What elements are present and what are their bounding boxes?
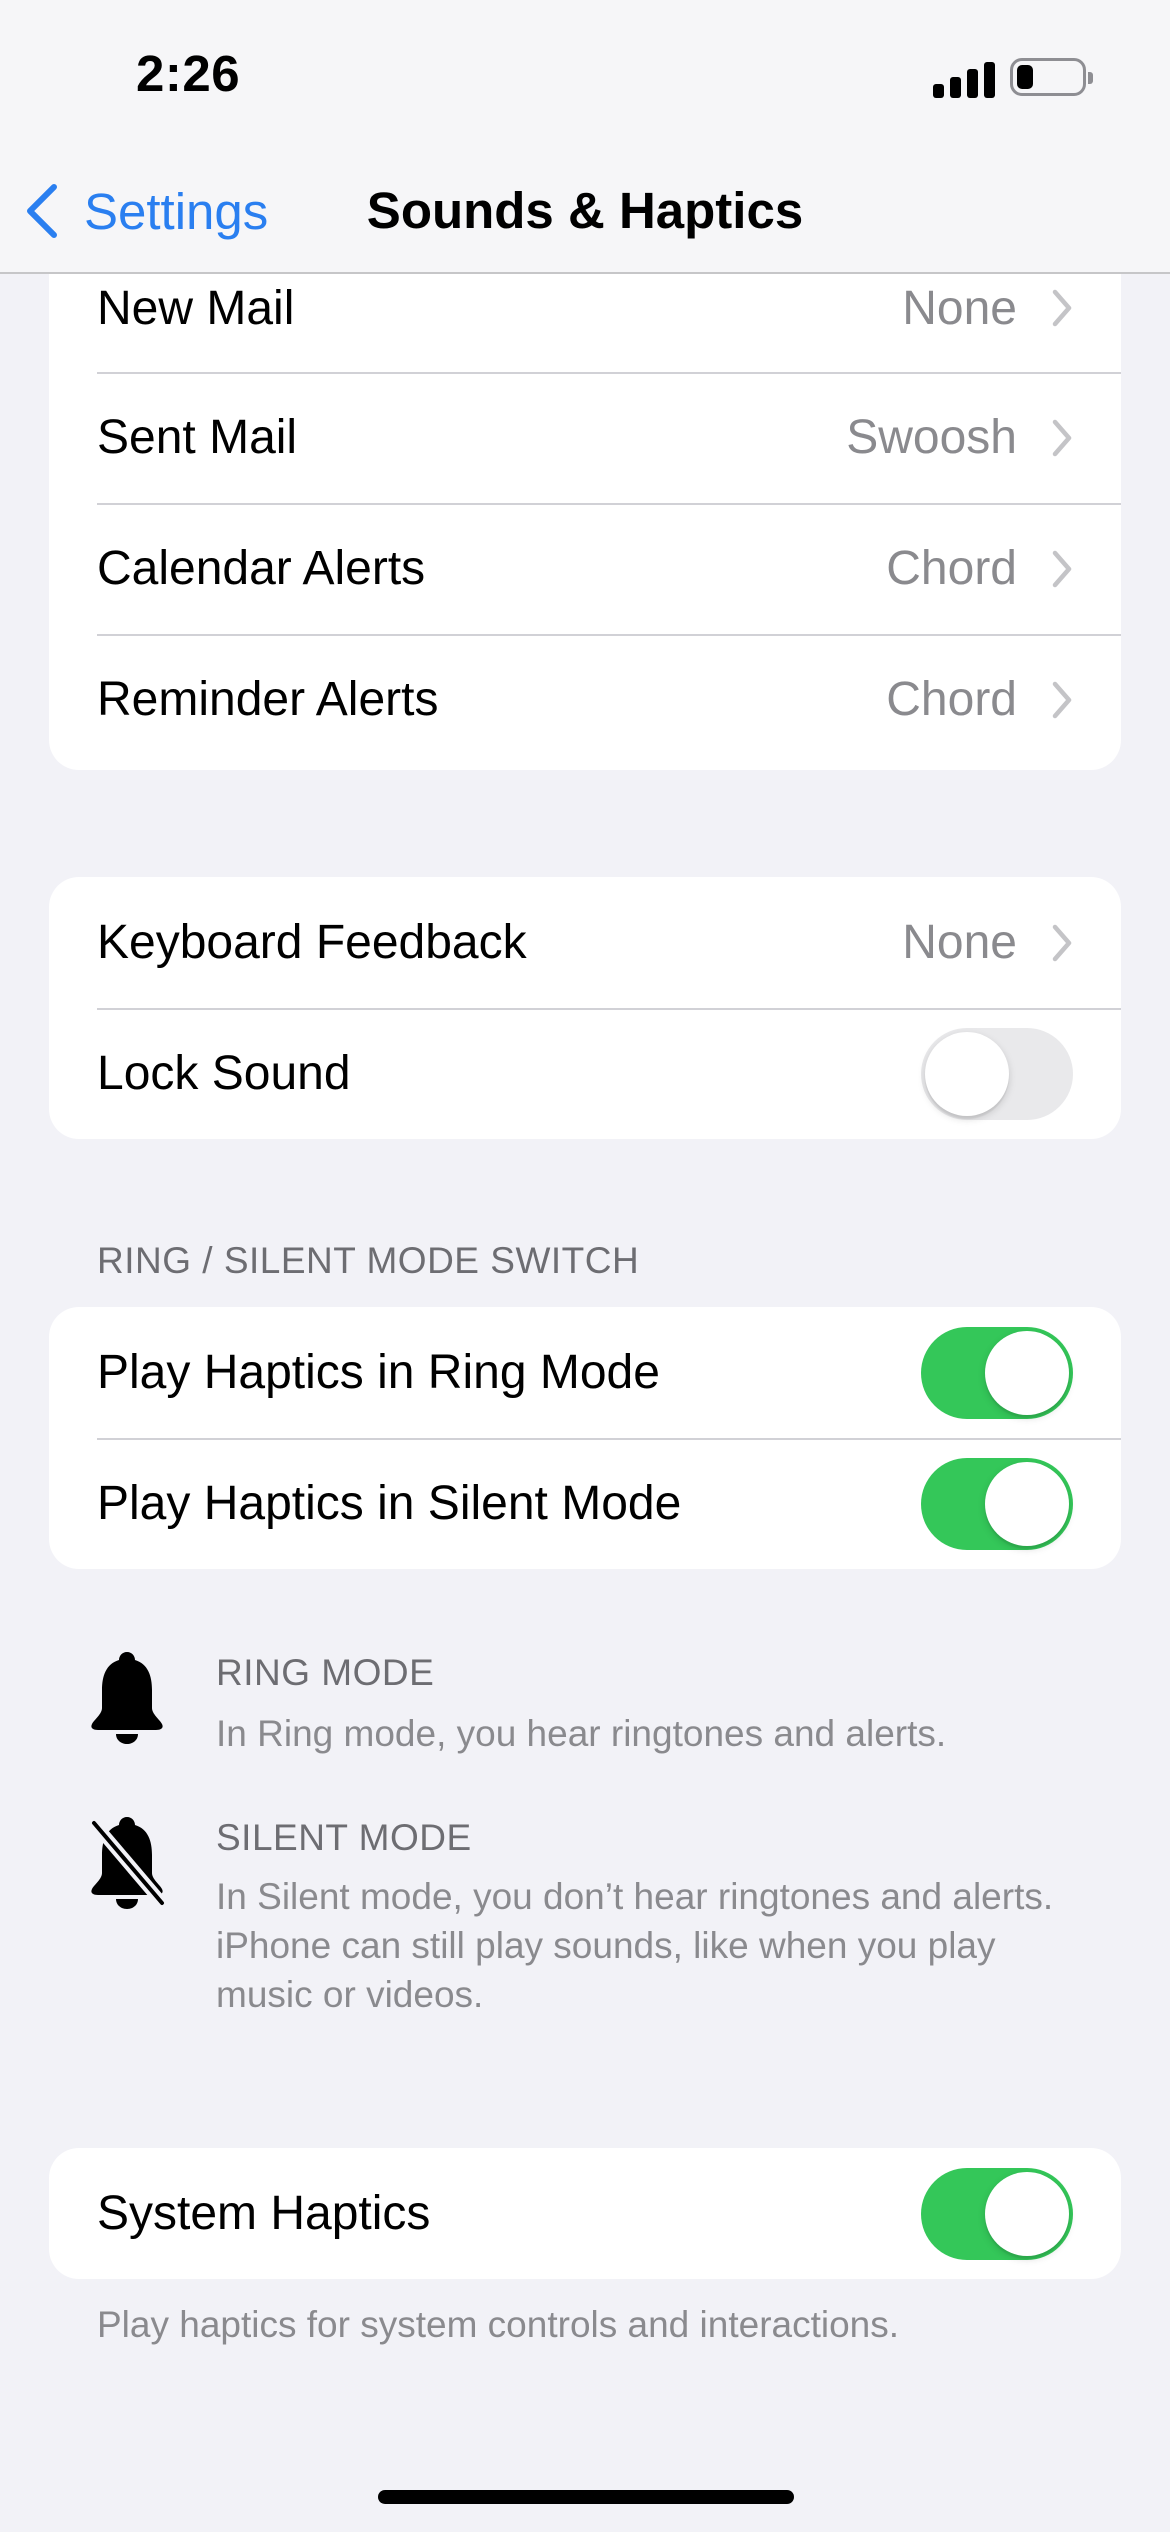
page-title: Sounds & Haptics bbox=[366, 182, 804, 239]
row-label: System Haptics bbox=[97, 2187, 431, 2240]
row-label: Keyboard Feedback bbox=[97, 916, 527, 969]
list-item-system-haptics: System Haptics bbox=[49, 2148, 1121, 2279]
system-haptics-footer: Play haptics for system controls and int… bbox=[97, 2304, 900, 2345]
haptics-silent-mode-toggle[interactable] bbox=[921, 1457, 1073, 1550]
row-label: Lock Sound bbox=[97, 1047, 351, 1100]
row-value: None bbox=[902, 916, 1017, 969]
chevron-right-icon bbox=[1052, 681, 1072, 718]
toggle-knob bbox=[985, 2171, 1069, 2256]
toggle-knob bbox=[985, 1330, 1069, 1415]
silent-mode-title: SILENT MODE bbox=[216, 1817, 472, 1858]
bell-icon bbox=[91, 1652, 163, 1744]
list-item-lock-sound: Lock Sound bbox=[49, 1008, 1121, 1139]
chevron-right-icon bbox=[1052, 924, 1072, 961]
haptics-ring-mode-toggle[interactable] bbox=[921, 1326, 1073, 1419]
toggle-knob bbox=[985, 1461, 1069, 1546]
status-bar: 2:26 bbox=[0, 0, 1170, 150]
list-item-sent-mail[interactable]: Sent Mail Swoosh bbox=[49, 372, 1121, 503]
battery-level bbox=[1017, 65, 1033, 89]
home-indicator[interactable] bbox=[378, 2490, 794, 2504]
section-header-ring-silent: RING / SILENT MODE SWITCH bbox=[97, 1240, 640, 1281]
list-item-haptics-silent-mode: Play Haptics in Silent Mode bbox=[49, 1438, 1121, 1569]
list-item-haptics-ring-mode: Play Haptics in Ring Mode bbox=[49, 1307, 1121, 1438]
list-item-reminder-alerts[interactable]: Reminder Alerts Chord bbox=[49, 634, 1121, 765]
row-label: Play Haptics in Silent Mode bbox=[97, 1477, 682, 1530]
row-label: New Mail bbox=[97, 281, 295, 335]
cellular-signal-icon bbox=[933, 62, 995, 98]
status-time: 2:26 bbox=[136, 45, 241, 102]
row-label: Reminder Alerts bbox=[97, 673, 439, 726]
list-item-calendar-alerts[interactable]: Calendar Alerts Chord bbox=[49, 503, 1121, 634]
chevron-right-icon bbox=[1052, 419, 1072, 456]
silent-mode-description: In Silent mode, you don’t hear ringtones… bbox=[216, 1876, 1054, 2015]
ring-mode-description: In Ring mode, you hear ringtones and ale… bbox=[216, 1713, 947, 1754]
chevron-right-icon bbox=[1052, 289, 1072, 327]
battery-icon bbox=[1010, 58, 1093, 96]
toggle-knob bbox=[925, 1031, 1009, 1116]
system-haptics-group: System Haptics bbox=[49, 2148, 1121, 2279]
row-value: Swoosh bbox=[846, 411, 1017, 464]
navigation-bar: Settings Sounds & Haptics bbox=[0, 150, 1170, 274]
row-value: Chord bbox=[886, 673, 1017, 726]
row-label: Play Haptics in Ring Mode bbox=[97, 1346, 660, 1399]
ring-silent-group: Play Haptics in Ring Mode Play Haptics i… bbox=[49, 1307, 1121, 1569]
alert-tones-group: New Mail None Sent Mail Swoosh Calendar … bbox=[49, 244, 1121, 770]
lock-sound-toggle[interactable] bbox=[921, 1027, 1073, 1120]
row-label: Calendar Alerts bbox=[97, 542, 426, 595]
chevron-right-icon bbox=[1052, 550, 1072, 587]
feedback-group: Keyboard Feedback None Lock Sound bbox=[49, 877, 1121, 1139]
row-value: Chord bbox=[886, 542, 1017, 595]
system-haptics-toggle[interactable] bbox=[921, 2167, 1073, 2260]
ring-mode-title: RING MODE bbox=[216, 1652, 435, 1693]
row-label: Sent Mail bbox=[97, 411, 298, 464]
bell-slash-icon bbox=[89, 1817, 166, 1909]
list-item-keyboard-feedback[interactable]: Keyboard Feedback None bbox=[49, 877, 1121, 1008]
row-value: None bbox=[902, 281, 1017, 335]
